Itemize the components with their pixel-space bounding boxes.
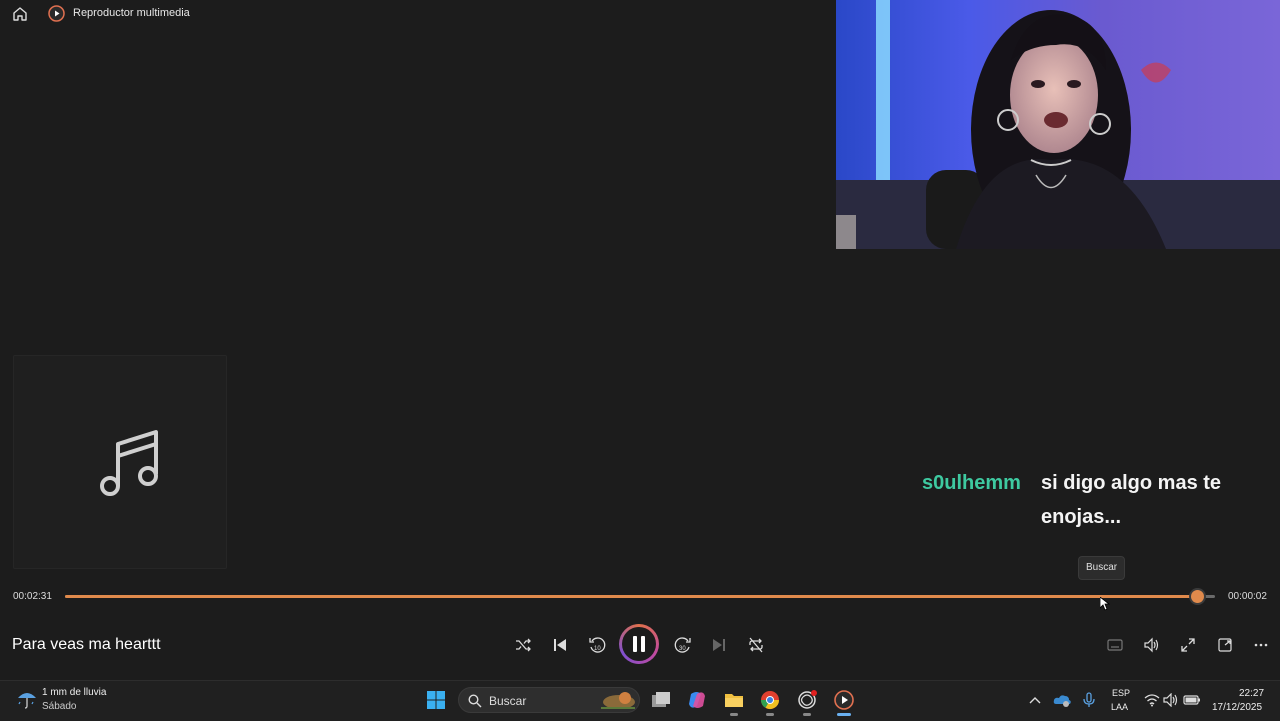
search-label: Buscar <box>489 694 527 708</box>
next-icon <box>713 639 725 651</box>
music-note-icon <box>100 430 158 496</box>
chat-username: s0ulhemm <box>922 472 1021 494</box>
task-view-icon[interactable] <box>650 689 672 711</box>
forward-30-button[interactable]: 30 <box>672 634 694 656</box>
mouse-cursor-icon <box>1099 596 1111 616</box>
chevron-up-icon[interactable] <box>1024 689 1046 711</box>
subtitles-button[interactable] <box>1104 634 1126 656</box>
volume-button[interactable] <box>1140 634 1162 656</box>
explorer-active-indicator <box>730 713 738 716</box>
language-code[interactable]: ESP <box>1112 688 1130 698</box>
fullscreen-button[interactable] <box>1177 634 1199 656</box>
media-player-taskbar-icon[interactable] <box>833 689 855 711</box>
seek-bar-progress <box>65 595 1197 598</box>
seek-tooltip: Buscar <box>1078 556 1126 580</box>
svg-text:10: 10 <box>594 646 601 652</box>
onedrive-icon[interactable] <box>1051 689 1073 711</box>
mini-player-icon <box>1218 638 1232 652</box>
elapsed-time: 00:02:31 <box>13 591 52 602</box>
album-art-placeholder <box>13 355 227 569</box>
chatgpt-icon[interactable] <box>796 689 818 711</box>
microphone-icon[interactable] <box>1078 689 1100 711</box>
volume-icon <box>1144 637 1159 653</box>
previous-button[interactable] <box>549 634 571 656</box>
seek-bar-thumb[interactable] <box>1190 590 1204 603</box>
weather-day: Sábado <box>42 701 77 712</box>
remaining-time: 00:00:02 <box>1228 591 1267 602</box>
chrome-active-indicator <box>766 713 774 716</box>
copilot-icon[interactable] <box>686 689 708 711</box>
webcam-overlay <box>836 0 1280 249</box>
repeat-off-icon <box>749 637 763 653</box>
mini-player-button[interactable] <box>1214 634 1236 656</box>
song-title: Para veas ma hearttt <box>12 636 161 653</box>
subtitles-icon <box>1107 639 1123 651</box>
svg-text:30: 30 <box>679 646 686 652</box>
next-button[interactable] <box>708 634 730 656</box>
taskbar-search[interactable]: Buscar <box>458 687 640 713</box>
chat-text: si digo algo mas te enojas... <box>1041 472 1222 528</box>
media-player-active-indicator <box>837 713 851 716</box>
battery-icon[interactable] <box>1181 689 1203 711</box>
pause-button[interactable] <box>619 624 659 664</box>
rain-icon[interactable] <box>16 688 38 715</box>
chatgpt-active-indicator <box>803 713 811 716</box>
chrome-icon[interactable] <box>759 689 781 711</box>
rewind-10-button[interactable]: 10 <box>586 634 608 656</box>
previous-icon <box>554 639 566 651</box>
forward-30-icon: 30 <box>674 637 691 653</box>
clock-time[interactable]: 22:27 <box>1239 688 1264 699</box>
search-highlight-icon <box>601 692 635 709</box>
more-icon <box>1254 643 1268 647</box>
windows-start-icon[interactable] <box>425 689 447 711</box>
shuffle-button[interactable] <box>512 634 534 656</box>
media-player-icon <box>48 5 65 22</box>
clock-date[interactable]: 17/12/2025 <box>1212 702 1262 713</box>
more-options-button[interactable] <box>1250 634 1272 656</box>
keyboard-layout[interactable]: LAA <box>1111 702 1128 712</box>
weather-summary[interactable]: 1 mm de lluvia <box>42 687 106 698</box>
fullscreen-icon <box>1181 638 1195 652</box>
speaker-icon[interactable] <box>1160 689 1182 711</box>
shuffle-icon <box>516 638 531 652</box>
seek-bar[interactable] <box>65 590 1215 603</box>
app-title: Reproductor multimedia <box>73 7 190 19</box>
file-explorer-icon[interactable] <box>723 689 745 711</box>
repeat-button[interactable] <box>745 634 767 656</box>
home-icon[interactable] <box>11 5 29 23</box>
rewind-10-icon: 10 <box>589 637 606 653</box>
search-icon <box>468 694 482 708</box>
pause-icon <box>633 636 645 652</box>
